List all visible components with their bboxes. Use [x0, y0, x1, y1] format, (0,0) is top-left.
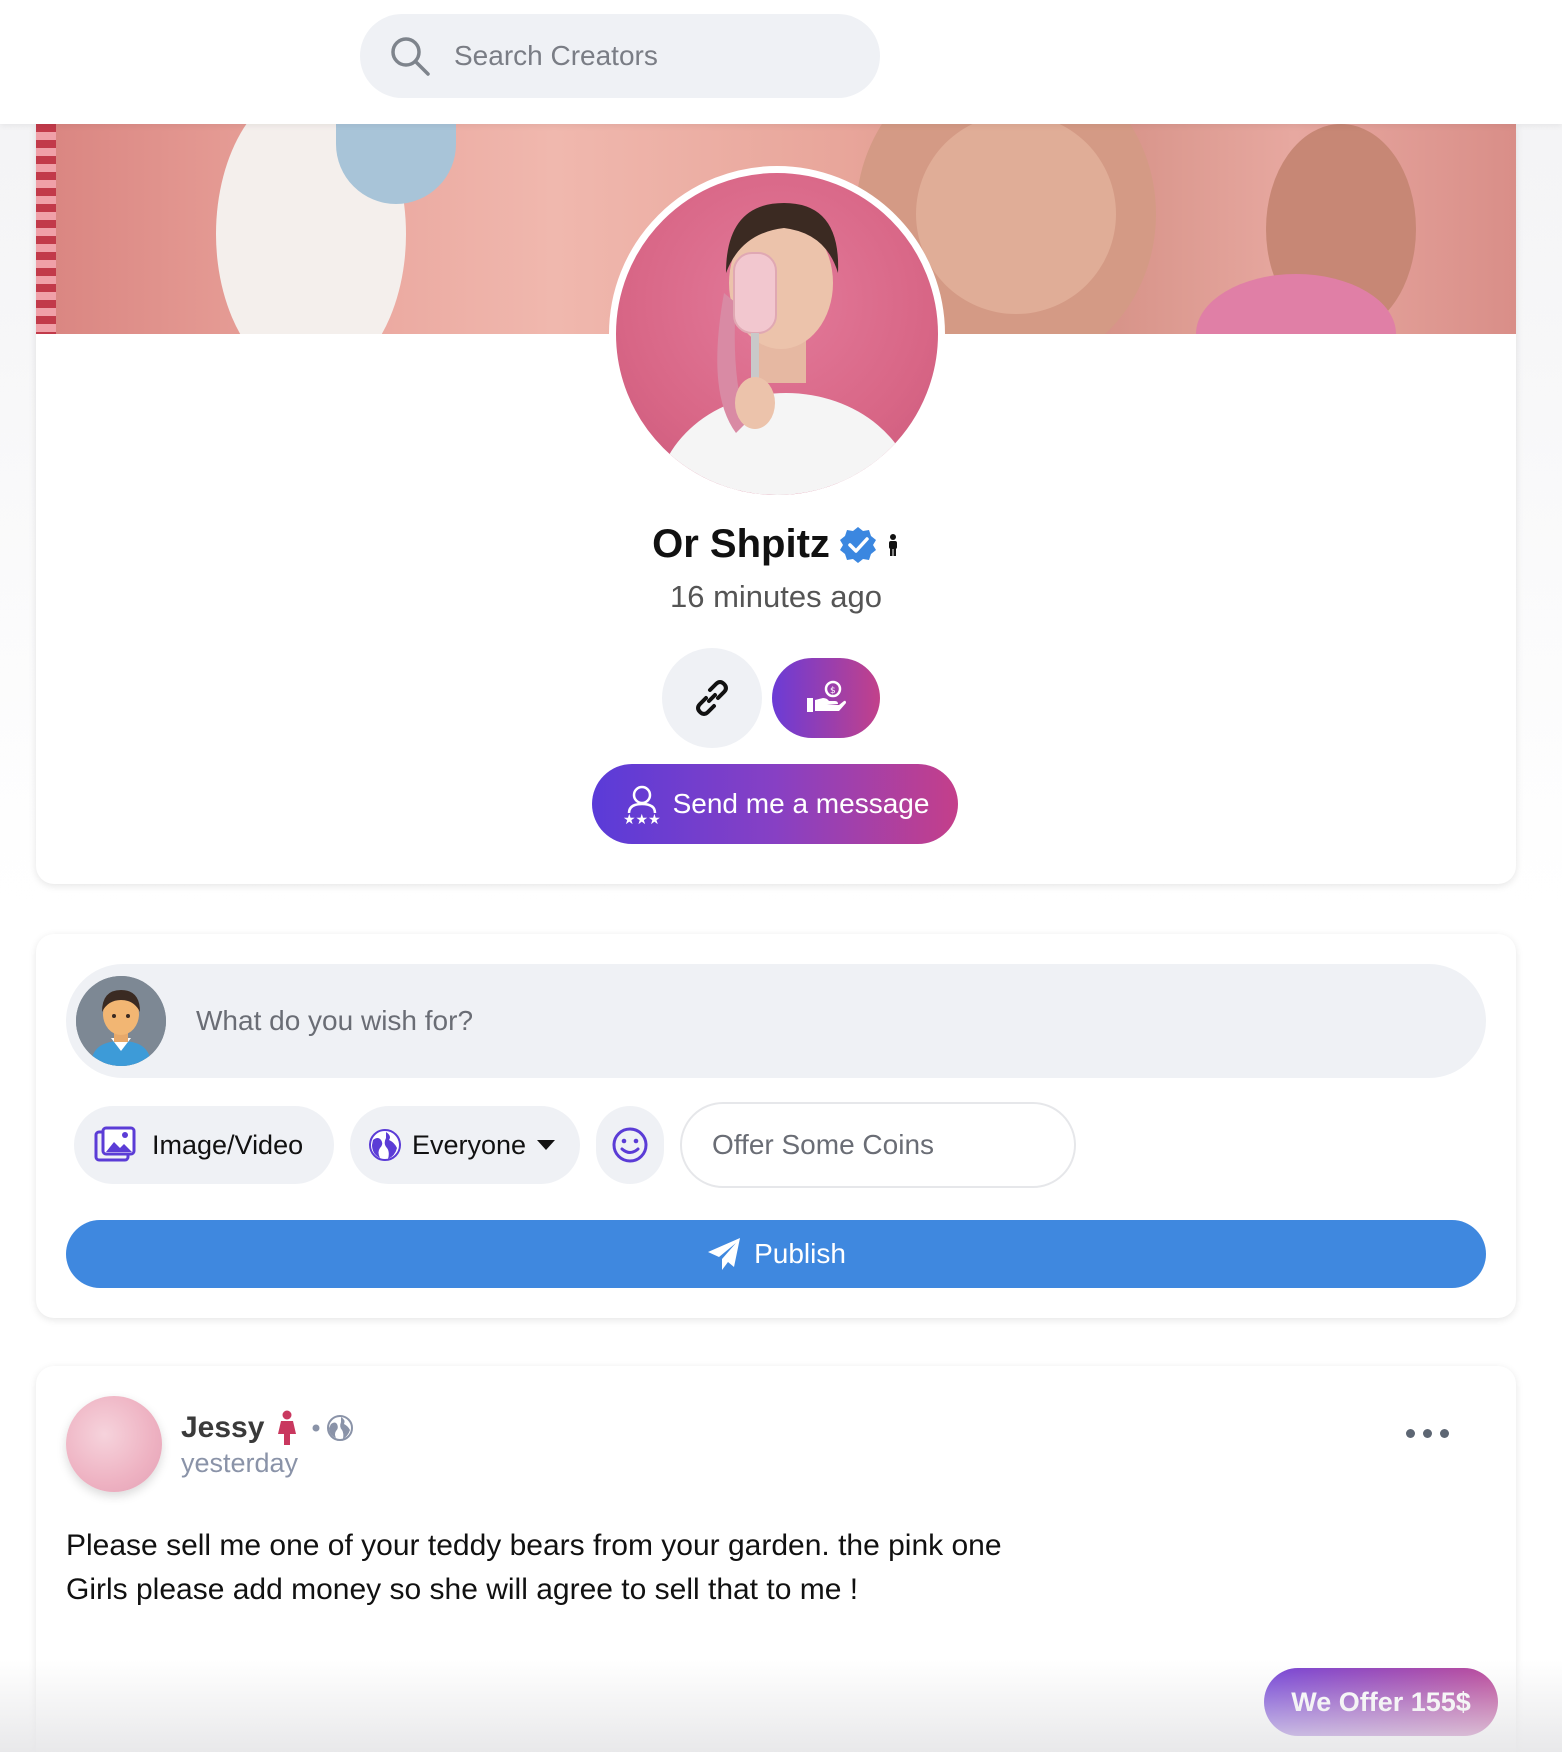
send-message-button[interactable]: ★★★ Send me a message	[592, 764, 958, 844]
publish-label: Publish	[754, 1238, 846, 1269]
globe-icon	[312, 1415, 354, 1441]
paper-plane-icon	[708, 1238, 741, 1270]
post-author-name[interactable]: Jessy	[181, 1411, 264, 1445]
publish-button[interactable]: Publish	[66, 1220, 1486, 1288]
globe-icon	[369, 1129, 401, 1161]
smiley-icon	[612, 1127, 648, 1163]
copy-link-button[interactable]	[662, 648, 762, 748]
users-stars-icon: ★★★	[623, 785, 661, 825]
wish-input[interactable]	[196, 964, 1396, 1078]
male-icon	[888, 533, 897, 556]
search-icon	[391, 37, 430, 76]
emoji-button[interactable]	[596, 1106, 664, 1184]
more-icon	[1406, 1428, 1415, 1438]
svg-text:★★★: ★★★	[623, 812, 661, 825]
post-time: yesterday	[181, 1448, 299, 1478]
verified-badge-icon	[839, 526, 876, 563]
profile-avatar	[609, 166, 945, 502]
post-text-line: Please sell me one of your teddy bears f…	[66, 1529, 1002, 1562]
offer-coins-input[interactable]	[712, 1104, 1052, 1186]
send-message-label: Send me a message	[672, 788, 930, 819]
top-bar	[0, 0, 1562, 124]
profile-name: Or Shpitz	[652, 522, 830, 566]
post-body: Please sell me one of your teddy bears f…	[66, 1524, 1366, 1612]
svg-text:$: $	[830, 686, 836, 696]
current-user-avatar	[76, 976, 166, 1066]
post-author-avatar[interactable]	[66, 1396, 162, 1492]
offer-coins-field[interactable]	[680, 1102, 1076, 1188]
post-more-button[interactable]	[1406, 1418, 1466, 1448]
post-text-line: Girls please add money so she will agree…	[66, 1573, 859, 1606]
wish-post: Jessy yesterday Please sell me one of yo…	[36, 1366, 1516, 1752]
wish-input-bar[interactable]	[66, 964, 1486, 1078]
female-icon	[278, 1410, 297, 1445]
audience-dropdown[interactable]: Everyone	[350, 1106, 580, 1184]
tip-button[interactable]: $	[772, 658, 880, 738]
search-bar[interactable]	[360, 14, 880, 98]
gallery-icon	[94, 1126, 136, 1162]
profile-name-row: Or Shpitz	[36, 522, 1516, 567]
link-icon	[696, 680, 728, 716]
image-video-label: Image/Video	[152, 1129, 304, 1160]
profile-card: Or Shpitz 16 minutes ago $ ★★★ Send me a…	[36, 124, 1516, 884]
offer-badge-button[interactable]: We Offer 155$	[1264, 1668, 1498, 1736]
post-author-row: Jessy	[181, 1410, 354, 1446]
image-video-button[interactable]: Image/Video	[74, 1106, 334, 1184]
search-input[interactable]	[454, 14, 854, 98]
audience-label: Everyone	[412, 1129, 527, 1160]
hand-coin-icon: $	[807, 680, 846, 712]
profile-last-seen: 16 minutes ago	[670, 579, 882, 614]
wish-composer: Image/Video Everyone Publish	[36, 934, 1516, 1318]
caret-down-icon	[537, 1140, 556, 1150]
